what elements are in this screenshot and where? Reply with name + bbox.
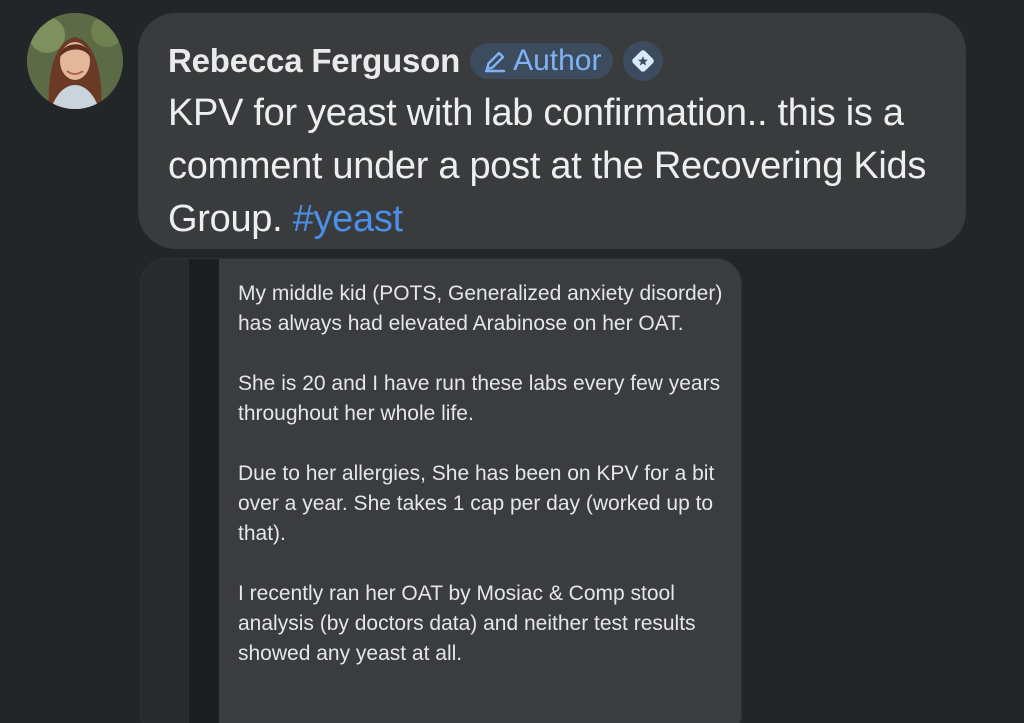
quote-paragraph: I recently ran her OAT by Mosiac & Comp … xyxy=(238,582,696,665)
comment-text: KPV for yeast with lab confirmation.. th… xyxy=(168,92,927,240)
shared-quote-card[interactable]: My middle kid (POTS, Generalized anxiety… xyxy=(140,258,742,723)
hashtag-link[interactable]: #yeast xyxy=(293,198,403,240)
comment-bubble: Rebecca Ferguson Author KPV for yeast wi… xyxy=(138,13,966,249)
diamond-star-icon[interactable] xyxy=(623,41,664,81)
quote-paragraph: Due to her allergies, She has been on KP… xyxy=(238,462,715,545)
author-name[interactable]: Rebecca Ferguson xyxy=(168,42,460,80)
quote-bar xyxy=(189,259,219,723)
comment-header: Rebecca Ferguson Author xyxy=(168,41,664,81)
diamond-star-glyph xyxy=(632,50,655,72)
pencil-icon xyxy=(484,51,506,73)
quote-paragraph: She is 20 and I have run these labs ever… xyxy=(238,372,721,425)
quote-text: My middle kid (POTS, Generalized anxiety… xyxy=(238,279,728,699)
author-badge: Author xyxy=(470,43,614,79)
quote-paragraph: My middle kid (POTS, Generalized anxiety… xyxy=(238,282,723,335)
avatar-photo xyxy=(27,13,123,109)
avatar[interactable] xyxy=(27,13,123,109)
comment-thread: Rebecca Ferguson Author KPV for yeast wi… xyxy=(0,0,1024,723)
comment-body: KPV for yeast with lab confirmation.. th… xyxy=(168,87,958,246)
author-badge-label: Author xyxy=(513,44,602,77)
